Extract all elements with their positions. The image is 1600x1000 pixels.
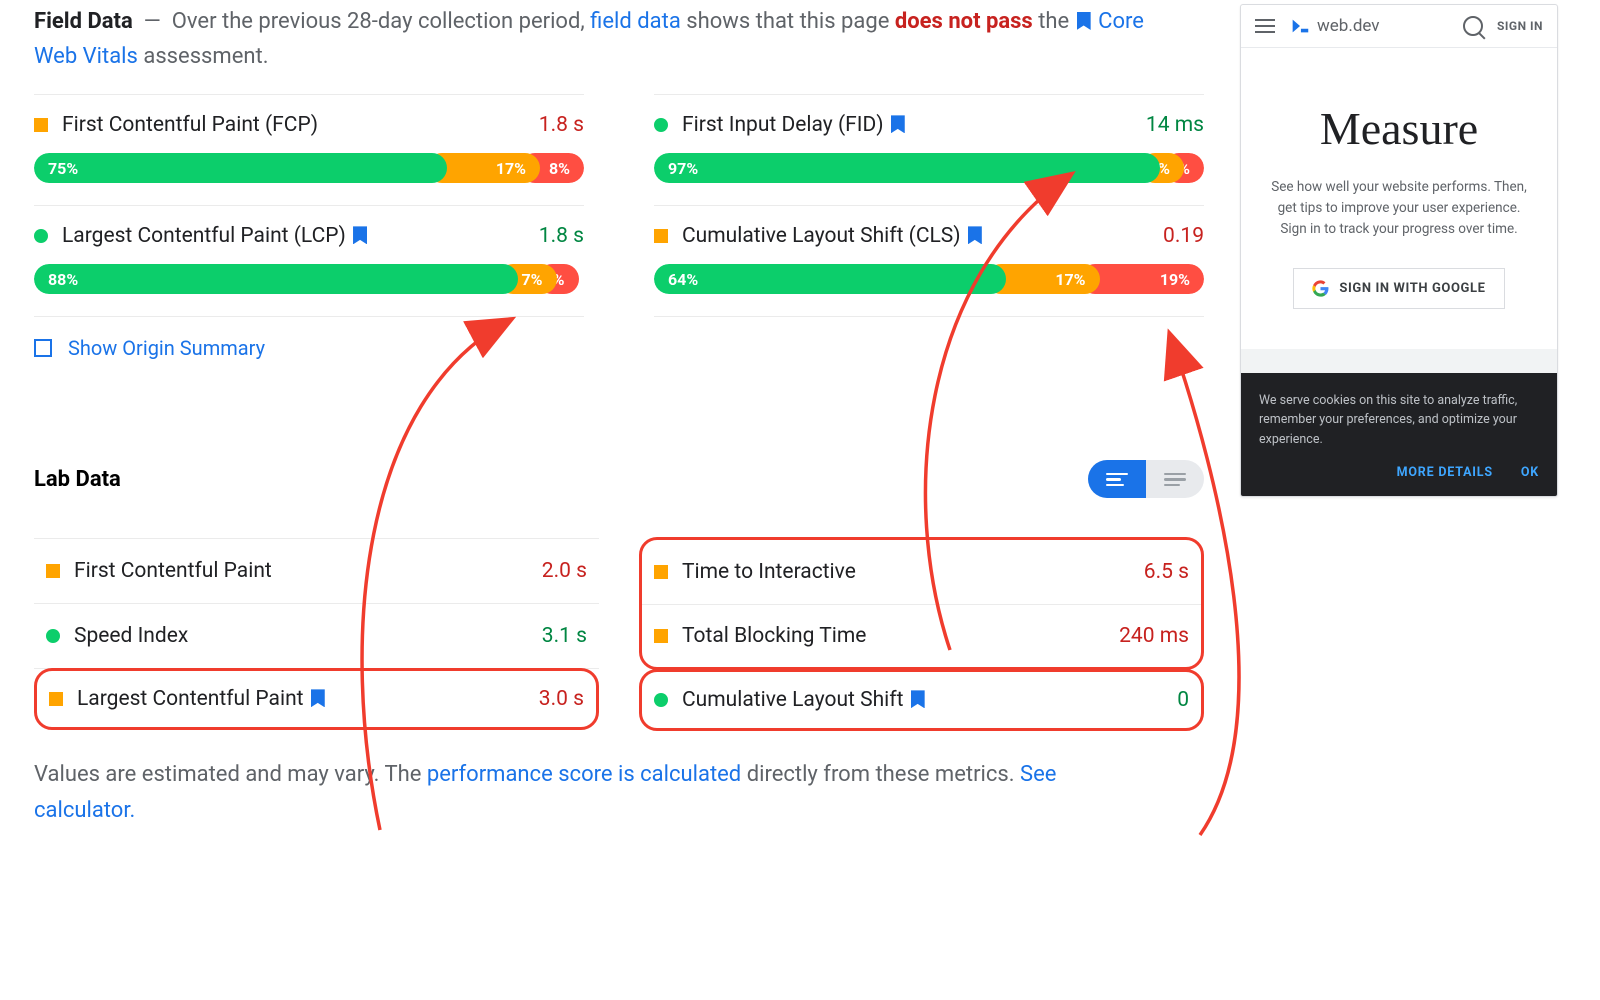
lab-metric-value: 3.0 s: [539, 687, 584, 711]
lab-metric-value: 240 ms: [1119, 624, 1189, 648]
lab-metric-name: Total Blocking Time: [682, 624, 1105, 648]
lab-metric-name: First Contentful Paint: [74, 559, 528, 583]
google-logo-icon: [1312, 280, 1329, 297]
distribution-bar: 97% 2% 1%: [654, 153, 1204, 183]
dist-good: 97%: [654, 153, 1160, 183]
perf-score-link[interactable]: performance score is calculated: [427, 762, 741, 787]
lab-metric-row: Cumulative Layout Shift 0: [639, 669, 1204, 731]
metric-name: First Input Delay (FID): [682, 113, 1132, 137]
cookie-ok[interactable]: OK: [1521, 463, 1539, 482]
lab-metric-row: Total Blocking Time 240 ms: [642, 604, 1201, 668]
status-square-icon: [34, 118, 48, 132]
field-data-link[interactable]: field data: [590, 9, 681, 34]
lab-metric-name: Largest Contentful Paint: [77, 687, 525, 711]
status-circle-icon: [34, 229, 48, 243]
measure-title: Measure: [1265, 102, 1533, 155]
metric-row: Largest Contentful Paint (LCP) 1.8 s 88%…: [34, 205, 584, 317]
status-circle-icon: [654, 118, 668, 132]
webdev-logo-icon: [1289, 15, 1311, 37]
metric-row: First Input Delay (FID) 14 ms 97% 2% 1%: [654, 94, 1204, 206]
field-data-title: Field Data: [34, 9, 133, 34]
view-toggle-left[interactable]: [1088, 460, 1146, 498]
metric-row: Cumulative Layout Shift (CLS) 0.19 64% 1…: [654, 205, 1204, 317]
lab-metric-value: 2.0 s: [542, 559, 587, 583]
lab-metric-value: 6.5 s: [1144, 560, 1189, 584]
view-toggle-right[interactable]: [1146, 460, 1204, 498]
metric-value: 1.8 s: [539, 113, 584, 137]
dist-good: 64%: [654, 264, 1006, 294]
lab-metric-name: Time to Interactive: [682, 560, 1130, 584]
status-circle-icon: [654, 693, 668, 707]
dist-good: 88%: [34, 264, 518, 294]
bookmark-icon: [1077, 12, 1091, 30]
bookmark-icon: [311, 689, 325, 707]
lab-metric-value: 3.1 s: [542, 624, 587, 648]
metric-value: 0.19: [1163, 224, 1204, 248]
measure-desc: See how well your website performs. Then…: [1265, 177, 1533, 240]
cookie-banner: We serve cookies on this site to analyze…: [1241, 373, 1557, 497]
dist-good: 75%: [34, 153, 447, 183]
field-data-header: Field Data — Over the previous 28-day co…: [34, 4, 1144, 74]
search-icon[interactable]: [1463, 16, 1483, 36]
metric-value: 14 ms: [1146, 113, 1204, 137]
brand: web.dev: [1289, 15, 1449, 37]
lab-metric-row: Time to Interactive 6.5 s: [642, 540, 1201, 605]
footer-note: Values are estimated and may vary. The p…: [34, 757, 1094, 827]
metric-name: First Contentful Paint (FCP): [62, 113, 525, 137]
status-square-icon: [46, 564, 60, 578]
lab-highlight-group: Time to Interactive 6.5 s Total Blocking…: [639, 537, 1204, 670]
distribution-bar: 88% 7% 4%: [34, 264, 584, 294]
mobile-preview: web.dev SIGN IN Measure See how well you…: [1240, 4, 1558, 497]
lab-metric-name: Cumulative Layout Shift: [682, 688, 1163, 712]
sign-in-link[interactable]: SIGN IN: [1497, 19, 1543, 33]
sign-in-google-button[interactable]: SIGN IN WITH GOOGLE: [1293, 268, 1504, 309]
cookie-more-details[interactable]: MORE DETAILS: [1397, 463, 1493, 482]
lab-data-title: Lab Data: [34, 467, 121, 492]
status-square-icon: [49, 692, 63, 706]
fail-text: does not pass: [895, 9, 1033, 34]
metric-name: Largest Contentful Paint (LCP): [62, 224, 525, 248]
distribution-bar: 75% 17% 8%: [34, 153, 584, 183]
view-toggle[interactable]: [1088, 460, 1204, 498]
show-origin-summary[interactable]: Show Origin Summary: [34, 316, 1204, 370]
bookmark-icon: [968, 226, 982, 244]
metric-value: 1.8 s: [539, 224, 584, 248]
status-square-icon: [654, 629, 668, 643]
status-square-icon: [654, 565, 668, 579]
hamburger-icon[interactable]: [1255, 19, 1275, 33]
lab-metric-row: Largest Contentful Paint 3.0 s: [34, 668, 599, 730]
metric-name: Cumulative Layout Shift (CLS): [682, 224, 1149, 248]
metric-row: First Contentful Paint (FCP) 1.8 s 75% 1…: [34, 94, 584, 206]
bookmark-icon: [911, 690, 925, 708]
lab-metric-row: First Contentful Paint 2.0 s: [34, 538, 599, 604]
status-circle-icon: [46, 629, 60, 643]
lab-metric-name: Speed Index: [74, 624, 528, 648]
lab-metric-value: 0: [1177, 688, 1189, 712]
lab-metric-row: Speed Index 3.1 s: [34, 603, 599, 669]
status-square-icon: [654, 229, 668, 243]
bookmark-icon: [353, 226, 367, 244]
bookmark-icon: [891, 115, 905, 133]
checkbox-icon[interactable]: [34, 339, 52, 357]
distribution-bar: 64% 17% 19%: [654, 264, 1204, 294]
